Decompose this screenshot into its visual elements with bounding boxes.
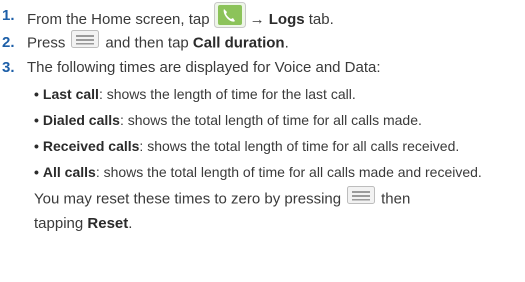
reset-note-line2: tapping Reset. — [34, 215, 133, 232]
call-duration-label: Call duration — [192, 34, 285, 52]
phone-icon — [213, 2, 246, 34]
bullet-dot: • — [34, 112, 39, 128]
step-text: From the Home screen, tap — [27, 10, 210, 28]
step-number: 3. — [2, 59, 15, 76]
step-text: The following times are displayed for Vo… — [27, 59, 381, 76]
reset-note-line1: You may reset these times to zero by pre… — [34, 186, 410, 210]
bullet-item: • Received calls: shows the total length … — [34, 138, 460, 154]
menu-key-icon — [347, 186, 376, 210]
logs-label: Logs — [268, 10, 305, 28]
bullet-item: • All calls: shows the total length of ti… — [34, 164, 482, 180]
reset-label: Reset — [87, 215, 129, 232]
step-number: 2. — [2, 34, 15, 51]
bullet-dot: • — [34, 138, 39, 154]
bullet-item: • Dialed calls: shows the total length of… — [34, 112, 422, 128]
bullet-item: • Last call: shows the length of time for… — [34, 86, 356, 102]
bullet-dot: • — [34, 164, 39, 180]
bullet-dot: • — [34, 86, 39, 102]
menu-key-icon — [71, 30, 100, 54]
arrow-glyph: → — [249, 10, 265, 28]
step-number: 1. — [2, 7, 15, 24]
